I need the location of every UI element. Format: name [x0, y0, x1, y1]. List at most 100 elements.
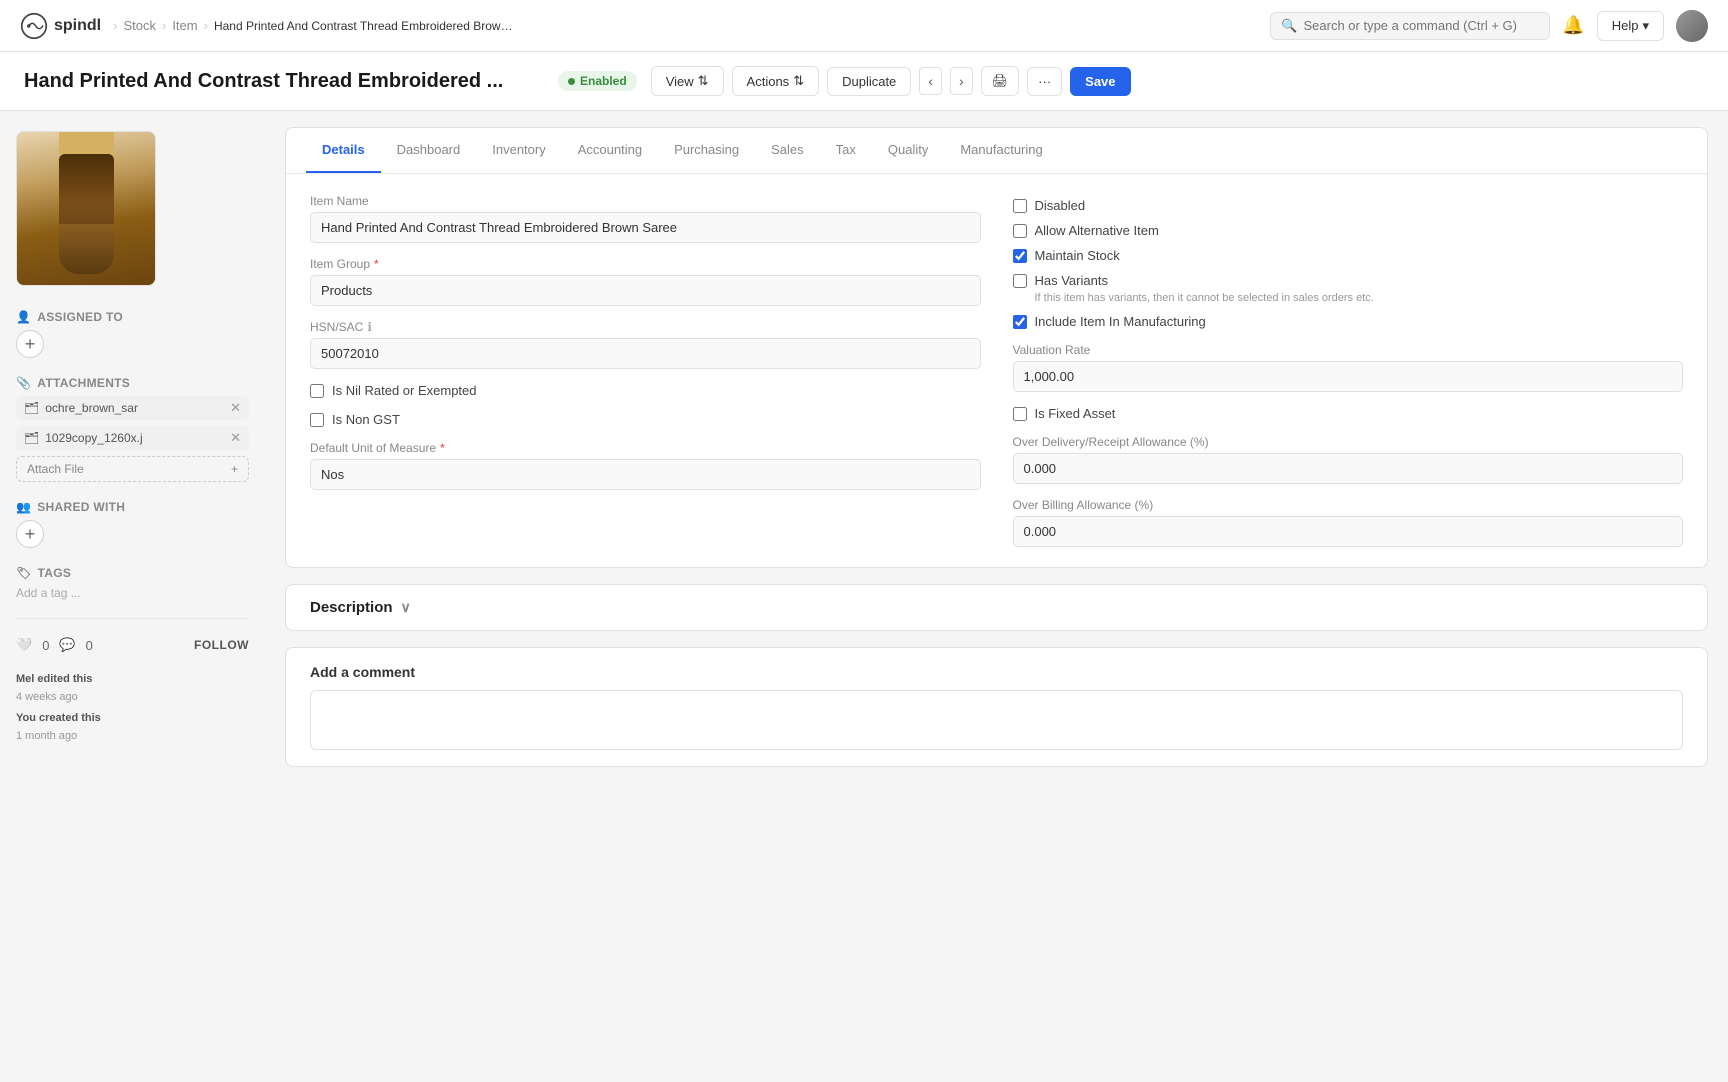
- valuation-rate-label: Valuation Rate: [1013, 343, 1684, 357]
- tab-tax[interactable]: Tax: [820, 128, 872, 173]
- has-variants-checkbox-row[interactable]: Has Variants: [1013, 273, 1684, 288]
- topbar: spindl › Stock › Item › Hand Printed And…: [0, 0, 1728, 52]
- tab-purchasing[interactable]: Purchasing: [658, 128, 755, 173]
- chevron-down-icon: ▾: [1642, 18, 1649, 34]
- is-non-gst-checkbox-row[interactable]: Is Non GST: [310, 412, 981, 427]
- over-delivery-input[interactable]: [1013, 453, 1684, 484]
- prev-button[interactable]: ‹: [919, 67, 942, 95]
- status-dot: [568, 78, 575, 85]
- tab-accounting[interactable]: Accounting: [562, 128, 658, 173]
- disabled-checkbox[interactable]: [1013, 199, 1027, 213]
- header-actions: View ⇅ Actions ⇅ Duplicate ‹ › 🖨 ··· Sav…: [651, 66, 1131, 96]
- item-name-group: Item Name: [310, 194, 981, 243]
- tag-icon: 🏷: [16, 566, 32, 580]
- is-nil-rated-checkbox-row[interactable]: Is Nil Rated or Exempted: [310, 383, 981, 398]
- app-logo[interactable]: spindl: [20, 12, 101, 40]
- chevron-down-icon: ∨: [401, 599, 411, 616]
- is-nil-rated-checkbox[interactable]: [310, 384, 324, 398]
- shared-with-section: 👥 Shared With +: [16, 500, 249, 548]
- allow-alt-checkbox[interactable]: [1013, 224, 1027, 238]
- item-image: [16, 131, 156, 286]
- tags-section: 🏷 Tags Add a tag ...: [16, 566, 249, 600]
- breadcrumb-sep3: ›: [204, 18, 208, 33]
- has-variants-checkbox[interactable]: [1013, 274, 1027, 288]
- hsn-sac-input[interactable]: [310, 338, 981, 369]
- tab-manufacturing[interactable]: Manufacturing: [944, 128, 1058, 173]
- breadcrumb-stock[interactable]: Stock: [123, 18, 156, 33]
- attachment-1: 🗂 ochre_brown_sar ✕: [16, 396, 249, 420]
- form-body: Item Name Item Group * HSN/SAC ℹ: [286, 174, 1707, 567]
- page-title: Hand Printed And Contrast Thread Embroid…: [24, 70, 544, 93]
- is-fixed-asset-checkbox-row[interactable]: Is Fixed Asset: [1013, 406, 1684, 421]
- print-button[interactable]: 🖨: [981, 66, 1020, 96]
- description-section: Description ∨: [285, 584, 1708, 631]
- is-nil-rated-group: Is Nil Rated or Exempted: [310, 383, 981, 398]
- view-button[interactable]: View ⇅: [651, 66, 724, 96]
- paperclip-icon: 📎: [16, 376, 31, 390]
- comment-box[interactable]: [310, 690, 1683, 750]
- tab-quality[interactable]: Quality: [872, 128, 944, 173]
- page-header: Hand Printed And Contrast Thread Embroid…: [0, 52, 1728, 111]
- add-tag-input[interactable]: Add a tag ...: [16, 586, 249, 600]
- breadcrumb-item[interactable]: Item: [172, 18, 197, 33]
- item-group-input[interactable]: [310, 275, 981, 306]
- required-marker-uom: *: [440, 441, 445, 455]
- shared-with-label: Shared With: [37, 500, 125, 514]
- actions-button[interactable]: Actions ⇅: [732, 66, 820, 96]
- default-uom-group: Default Unit of Measure *: [310, 441, 981, 490]
- maintain-stock-checkbox[interactable]: [1013, 249, 1027, 263]
- breadcrumb: › Stock › Item › Hand Printed And Contra…: [113, 18, 514, 33]
- remove-attachment-1[interactable]: ✕: [230, 400, 241, 416]
- attach-file-button[interactable]: Attach File +: [16, 456, 249, 482]
- item-group-label: Item Group *: [310, 257, 981, 271]
- notification-icon[interactable]: 🔔: [1562, 15, 1584, 36]
- remove-attachment-2[interactable]: ✕: [230, 430, 241, 446]
- tab-details[interactable]: Details: [306, 128, 381, 173]
- valuation-rate-input[interactable]: [1013, 361, 1684, 392]
- tab-inventory[interactable]: Inventory: [476, 128, 561, 173]
- attachments-label: Attachments: [37, 376, 130, 390]
- disabled-checkbox-row[interactable]: Disabled: [1013, 198, 1684, 213]
- content-area: Details Dashboard Inventory Accounting P…: [265, 111, 1728, 1082]
- item-group-group: Item Group *: [310, 257, 981, 306]
- is-fixed-asset-group: Is Fixed Asset: [1013, 406, 1684, 421]
- search-icon: 🔍: [1281, 18, 1297, 34]
- comment-icon[interactable]: 💬: [59, 637, 75, 653]
- avatar[interactable]: [1676, 10, 1708, 42]
- search-bar[interactable]: 🔍: [1270, 12, 1550, 40]
- over-delivery-label: Over Delivery/Receipt Allowance (%): [1013, 435, 1684, 449]
- include-mfg-checkbox-row[interactable]: Include Item In Manufacturing: [1013, 314, 1684, 329]
- include-mfg-checkbox[interactable]: [1013, 315, 1027, 329]
- people-icon: 👥: [16, 500, 31, 514]
- tab-dashboard[interactable]: Dashboard: [381, 128, 477, 173]
- next-button[interactable]: ›: [950, 67, 973, 95]
- description-header[interactable]: Description ∨: [286, 585, 1707, 630]
- over-billing-input[interactable]: [1013, 516, 1684, 547]
- add-shared-button[interactable]: +: [16, 520, 44, 548]
- over-delivery-group: Over Delivery/Receipt Allowance (%): [1013, 435, 1684, 484]
- valuation-rate-group: Valuation Rate: [1013, 343, 1684, 392]
- is-fixed-asset-checkbox[interactable]: [1013, 407, 1027, 421]
- activity-bar: 🤍 0 💬 0 FOLLOW: [16, 637, 249, 653]
- more-button[interactable]: ···: [1027, 67, 1062, 96]
- allow-alt-checkbox-row[interactable]: Allow Alternative Item: [1013, 223, 1684, 238]
- tab-sales[interactable]: Sales: [755, 128, 820, 173]
- form-right-col: Disabled Allow Alternative Item Maintain…: [1013, 194, 1684, 547]
- is-non-gst-checkbox[interactable]: [310, 413, 324, 427]
- maintain-stock-checkbox-row[interactable]: Maintain Stock: [1013, 248, 1684, 263]
- search-input[interactable]: [1303, 18, 1539, 33]
- default-uom-input[interactable]: [310, 459, 981, 490]
- follow-button[interactable]: FOLLOW: [194, 638, 249, 652]
- details-card: Details Dashboard Inventory Accounting P…: [285, 127, 1708, 568]
- assigned-to-label: Assigned To: [37, 310, 123, 324]
- add-assignee-button[interactable]: +: [16, 330, 44, 358]
- hsn-sac-label: HSN/SAC ℹ: [310, 320, 981, 334]
- sidebar: 👤 Assigned To + 📎 Attachments 🗂 ochre_br…: [0, 111, 265, 1082]
- like-icon[interactable]: 🤍: [16, 637, 32, 653]
- item-name-input[interactable]: [310, 212, 981, 243]
- file-icon: 🗂: [24, 401, 39, 415]
- save-button[interactable]: Save: [1070, 67, 1130, 96]
- duplicate-button[interactable]: Duplicate: [827, 67, 911, 96]
- help-button[interactable]: Help ▾: [1597, 11, 1664, 41]
- comment-section: Add a comment: [285, 647, 1708, 767]
